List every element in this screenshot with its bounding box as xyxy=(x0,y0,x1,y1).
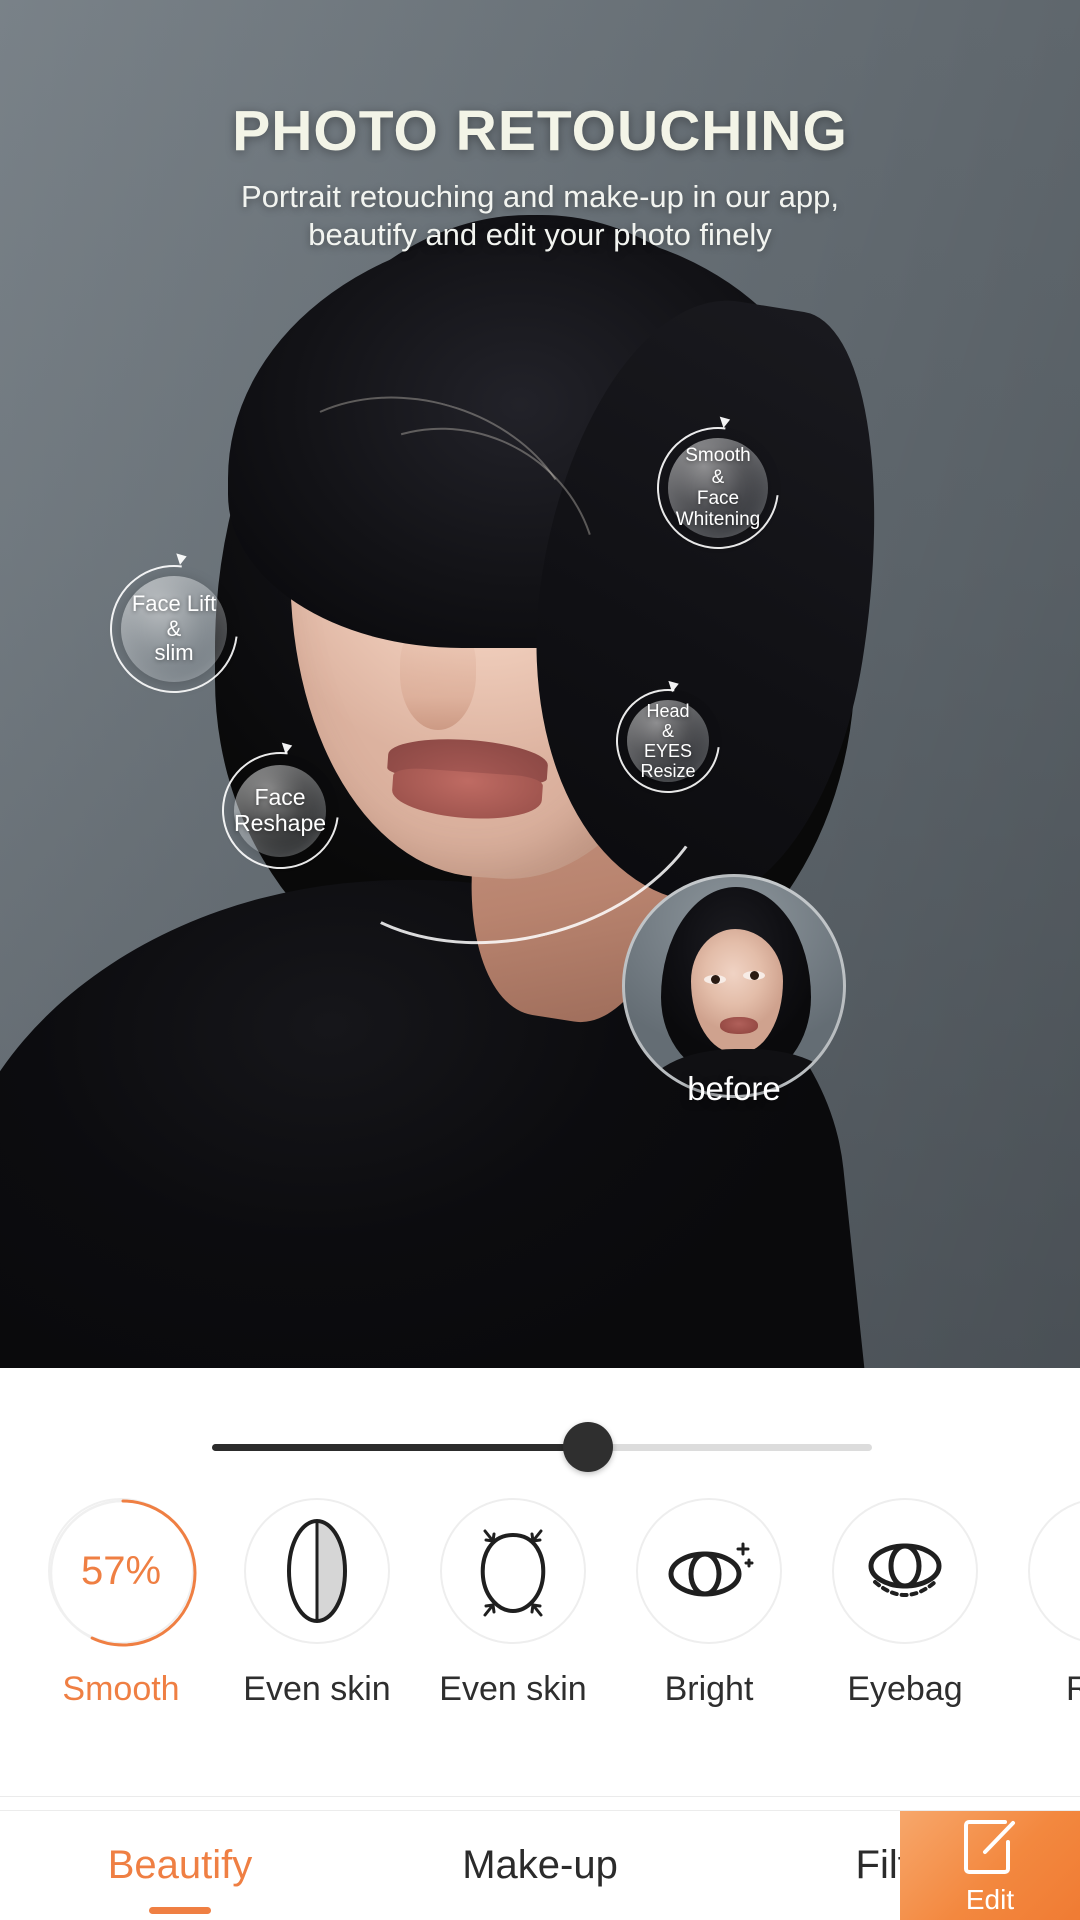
app-root: PHOTO RETOUCHING Portrait retouching and… xyxy=(0,0,1080,1920)
face-resize-arrows-icon xyxy=(480,1529,546,1617)
tab-label: Make-up xyxy=(462,1843,618,1887)
panel-divider xyxy=(0,1796,1080,1797)
subtitle-line-1: Portrait retouching and make-up in our a… xyxy=(241,179,839,214)
thumb-pupil-left xyxy=(711,975,720,984)
page-subtitle: Portrait retouching and make-up in our a… xyxy=(0,178,1080,254)
bottom-tab-bar[interactable]: Beautify Make-up Filter Edit xyxy=(0,1810,1080,1920)
tool-label: Smooth xyxy=(62,1670,180,1708)
tool-icon-wrap[interactable] xyxy=(244,1498,390,1644)
tool-icon-wrap[interactable] xyxy=(832,1498,978,1644)
tool-even-skin-1[interactable]: Even skin xyxy=(238,1498,396,1709)
tool-label: Even skin xyxy=(243,1670,391,1708)
edit-button-label: Edit xyxy=(965,1884,1015,1915)
annotation-line: Face xyxy=(696,488,740,509)
annotation-line: & xyxy=(661,720,674,741)
annotation-line: & xyxy=(711,466,725,488)
annotation-smooth-face-whitening: Smooth & Face Whitening xyxy=(668,438,768,538)
page-title: PHOTO RETOUCHING xyxy=(232,99,848,163)
tool-label: Rhin xyxy=(1066,1670,1080,1708)
annotation-face-lift: Face Lift & slim xyxy=(121,576,227,682)
tool-bright[interactable]: Bright xyxy=(630,1498,788,1709)
annotation-line: Whitening xyxy=(675,509,761,531)
tool-icon-wrap[interactable] xyxy=(440,1498,586,1644)
tool-eyebag[interactable]: Eyebag xyxy=(826,1498,984,1709)
before-thumbnail-image[interactable] xyxy=(622,874,846,1098)
before-label: before xyxy=(687,1070,781,1107)
before-preview[interactable]: before xyxy=(622,874,846,1107)
annotation-line: Face xyxy=(254,784,306,811)
annotation-line: Smooth xyxy=(685,445,751,467)
tool-smooth[interactable]: 57% Smooth xyxy=(42,1498,200,1709)
annotation-line: EYES Resize xyxy=(640,741,696,782)
tool-icon-wrap[interactable] xyxy=(1028,1498,1080,1644)
annotation-face-reshape: Face Reshape xyxy=(234,765,326,857)
edit-pencil-square-icon xyxy=(964,1820,1015,1874)
thumb-lips xyxy=(720,1017,758,1034)
annotation-line: Face Lift xyxy=(131,591,217,617)
annotation-line: Reshape xyxy=(233,810,327,836)
thumb-pupil-right xyxy=(750,971,759,980)
slider-thumb[interactable] xyxy=(563,1422,614,1472)
tool-icon-wrap[interactable]: 57% xyxy=(48,1498,197,1647)
half-shaded-oval-icon xyxy=(287,1519,347,1623)
slider-track[interactable] xyxy=(212,1422,872,1472)
tool-label: Even skin xyxy=(439,1670,587,1708)
eye-sparkle-icon xyxy=(668,1542,754,1597)
intensity-slider[interactable] xyxy=(0,1412,1080,1482)
progress-ring-icon xyxy=(49,1499,197,1647)
tab-label: Beautify xyxy=(107,1843,253,1887)
annotation-line: Head xyxy=(646,700,690,721)
nose-icon xyxy=(1061,1521,1080,1621)
tool-rhino[interactable]: Rhin xyxy=(1022,1498,1080,1709)
slider-fill xyxy=(212,1444,589,1451)
annotation-head-eyes-resize: Head & EYES Resize xyxy=(627,700,709,782)
tool-label: Eyebag xyxy=(847,1670,963,1708)
tool-label: Bright xyxy=(664,1670,754,1708)
subtitle-line-2: beautify and edit your photo finely xyxy=(308,217,772,252)
annotation-line: & xyxy=(166,615,182,641)
tool-list[interactable]: 57% Smooth Even skin Even skin Bright Ey… xyxy=(0,1498,1080,1748)
hero-photo-area: PHOTO RETOUCHING Portrait retouching and… xyxy=(0,0,1080,1368)
eye-bag-icon xyxy=(868,1543,942,1597)
tool-even-skin-2[interactable]: Even skin xyxy=(434,1498,592,1709)
tool-icon-wrap[interactable] xyxy=(636,1498,782,1644)
edit-button[interactable]: Edit xyxy=(900,1811,1080,1920)
tab-beautify[interactable]: Beautify xyxy=(0,1843,360,1914)
annotation-line: slim xyxy=(154,640,194,666)
tab-active-underline xyxy=(149,1907,211,1914)
tab-makeup[interactable]: Make-up xyxy=(360,1843,720,1888)
